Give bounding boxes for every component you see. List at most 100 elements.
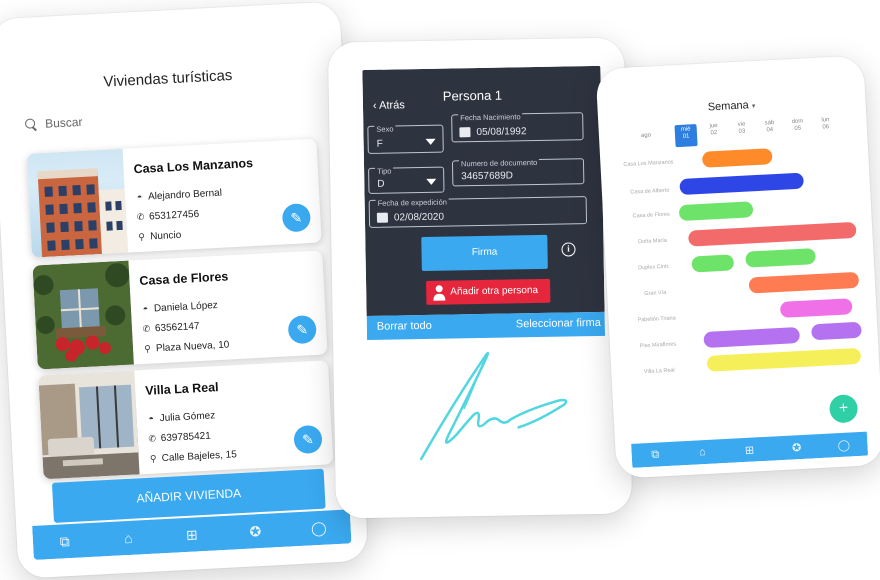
row-label: Doña María bbox=[638, 237, 668, 246]
pencil-icon: ✎ bbox=[290, 209, 303, 227]
booking-bar[interactable] bbox=[688, 221, 857, 247]
booking-bar[interactable] bbox=[691, 254, 735, 273]
property-card[interactable]: Casa Los Manzanos ◓ Alejandro Bernal ✆ 653… bbox=[26, 138, 322, 258]
clear-all-button[interactable]: Borrar todo bbox=[377, 320, 432, 333]
day-header[interactable]: jue 02 bbox=[702, 123, 725, 138]
cards-icon[interactable]: ⧉ bbox=[643, 448, 668, 462]
badge-icon[interactable]: ✪ bbox=[243, 522, 268, 540]
chat-icon[interactable]: ◯ bbox=[831, 438, 856, 452]
booking-bar[interactable] bbox=[745, 248, 816, 268]
phone-listing: Viviendas turísticas Buscar Casa Los Man… bbox=[0, 1, 369, 579]
add-person-label: Añadir otra persona bbox=[450, 284, 539, 298]
pencil-icon: ✎ bbox=[295, 321, 309, 338]
back-button[interactable]: ‹ Atrás bbox=[373, 99, 405, 112]
location-line: ⚲ Calle Bajeles, 15 bbox=[149, 449, 238, 465]
day-header[interactable]: lun 06 bbox=[814, 117, 837, 132]
home-icon[interactable]: ⌂ bbox=[690, 446, 715, 459]
booking-bar[interactable] bbox=[748, 271, 860, 294]
page-title: Viviendas turísticas bbox=[103, 66, 233, 91]
chevron-down-icon bbox=[426, 178, 437, 185]
birthdate-field[interactable]: Fecha Nacimiento 05/08/1992 bbox=[451, 112, 584, 143]
booking-bar[interactable] bbox=[703, 326, 801, 348]
signature-button[interactable]: Firma bbox=[421, 234, 548, 272]
location-line: ⚲ Nuncio bbox=[138, 229, 182, 243]
property-name: Villa La Real bbox=[144, 380, 219, 398]
chat-icon[interactable]: ◯ bbox=[306, 519, 331, 537]
location-pin-icon: ⚲ bbox=[143, 343, 152, 354]
home-icon[interactable]: ⌂ bbox=[116, 529, 141, 546]
person-icon bbox=[433, 285, 446, 301]
add-note-icon[interactable]: ⊞ bbox=[737, 443, 762, 457]
property-card[interactable]: Villa La Real ◓ Julia Gómez ✆ 639785421 ⚲ C… bbox=[38, 360, 334, 480]
select-signature-button[interactable]: Seleccionar firma bbox=[516, 317, 601, 330]
row-label: Casa Los Manzanos bbox=[623, 159, 674, 168]
search-icon bbox=[25, 118, 38, 131]
field-value: 34657689D bbox=[461, 170, 514, 183]
phone-icon: ✆ bbox=[136, 211, 145, 223]
field-label: Fecha Nacimiento bbox=[458, 112, 523, 123]
edit-button[interactable]: ✎ bbox=[287, 314, 317, 345]
add-note-icon[interactable]: ⊞ bbox=[179, 526, 204, 544]
day-header[interactable]: dom 05 bbox=[786, 118, 809, 133]
info-icon[interactable]: i bbox=[561, 242, 576, 257]
owner-line: ◓ Daniela López bbox=[142, 299, 219, 315]
property-card[interactable]: Casa de Flores ◓ Daniela López ✆ 63562147 … bbox=[32, 250, 328, 370]
person-screen: ‹ Atrás Persona 1 Sexo F Fecha Nacimient… bbox=[362, 65, 608, 502]
row-label: Casa de Flores bbox=[632, 211, 670, 220]
phone-icon: ✆ bbox=[148, 433, 157, 444]
pencil-icon: ✎ bbox=[301, 431, 315, 448]
owner-line: ◓ Julia Gómez bbox=[148, 410, 216, 425]
phone-person-form: ‹ Atrás Persona 1 Sexo F Fecha Nacimient… bbox=[327, 37, 633, 519]
booking-bar[interactable] bbox=[679, 172, 804, 196]
expedition-date-field[interactable]: Fecha de expedición 02/08/2020 bbox=[368, 196, 588, 228]
row-label: Pabellón Triana bbox=[637, 315, 676, 324]
phone-line: ✆ 653127456 bbox=[136, 208, 200, 223]
day-header[interactable]: vie 03 bbox=[730, 121, 753, 136]
cards-icon[interactable]: ⧉ bbox=[52, 532, 77, 550]
calendar-icon bbox=[376, 212, 389, 223]
tipo-select[interactable]: Tipo D bbox=[368, 166, 445, 194]
field-value: F bbox=[376, 138, 383, 150]
property-photo bbox=[26, 148, 128, 258]
signature-canvas[interactable] bbox=[367, 336, 608, 502]
property-name: Casa de Flores bbox=[139, 269, 229, 289]
booking-bar[interactable] bbox=[701, 148, 773, 168]
day-header[interactable]: sáb 04 bbox=[758, 120, 781, 135]
signature-stroke bbox=[419, 351, 568, 461]
property-photo bbox=[38, 370, 140, 480]
sexo-select[interactable]: Sexo F bbox=[367, 124, 444, 154]
chevron-down-icon: ▾ bbox=[751, 102, 756, 111]
phone-line: ✆ 639785421 bbox=[148, 430, 212, 445]
search-input[interactable]: Buscar bbox=[45, 115, 83, 131]
phone-line: ✆ 63562147 bbox=[142, 320, 200, 335]
field-value: 05/08/1992 bbox=[476, 126, 527, 139]
page-title[interactable]: Semana ▾ bbox=[613, 94, 849, 118]
edit-button[interactable]: ✎ bbox=[281, 203, 312, 233]
app-showcase: Viviendas turísticas Buscar Casa Los Man… bbox=[0, 0, 880, 580]
calendar-screen: Semana ▾ ago mié 01 jue 02 vie 03 sáb 04 dom… bbox=[613, 86, 869, 468]
row-label: Gran Vía bbox=[644, 289, 667, 298]
booking-bar[interactable] bbox=[811, 321, 862, 341]
search-bar[interactable]: Buscar bbox=[25, 115, 83, 132]
location-line: ⚲ Plaza Nueva, 10 bbox=[143, 339, 230, 355]
row-label: Casa de Alberto bbox=[630, 187, 670, 196]
location-pin-icon: ⚲ bbox=[149, 453, 157, 464]
document-number-field[interactable]: Numero de documento 34657689D bbox=[451, 157, 585, 187]
property-photo bbox=[32, 260, 134, 370]
user-icon: ◓ bbox=[142, 303, 149, 314]
booking-bar[interactable] bbox=[678, 201, 754, 222]
booking-bar[interactable] bbox=[706, 347, 862, 372]
add-booking-button[interactable]: + bbox=[828, 394, 859, 424]
day-header-active[interactable]: mié 01 bbox=[674, 124, 698, 148]
phone-icon: ✆ bbox=[142, 323, 151, 334]
row-label: Villa La Real bbox=[643, 367, 675, 376]
field-label: Tipo bbox=[375, 166, 394, 176]
add-person-button[interactable]: Añadir otra persona bbox=[426, 278, 551, 305]
user-icon: ◓ bbox=[136, 191, 143, 203]
calendar-icon bbox=[459, 127, 471, 138]
badge-icon[interactable]: ✪ bbox=[784, 440, 809, 454]
page-title: Persona 1 bbox=[442, 87, 503, 104]
booking-bar[interactable] bbox=[779, 298, 853, 318]
edit-button[interactable]: ✎ bbox=[293, 424, 323, 455]
listing-screen: Viviendas turísticas Buscar Casa Los Man… bbox=[8, 53, 352, 560]
